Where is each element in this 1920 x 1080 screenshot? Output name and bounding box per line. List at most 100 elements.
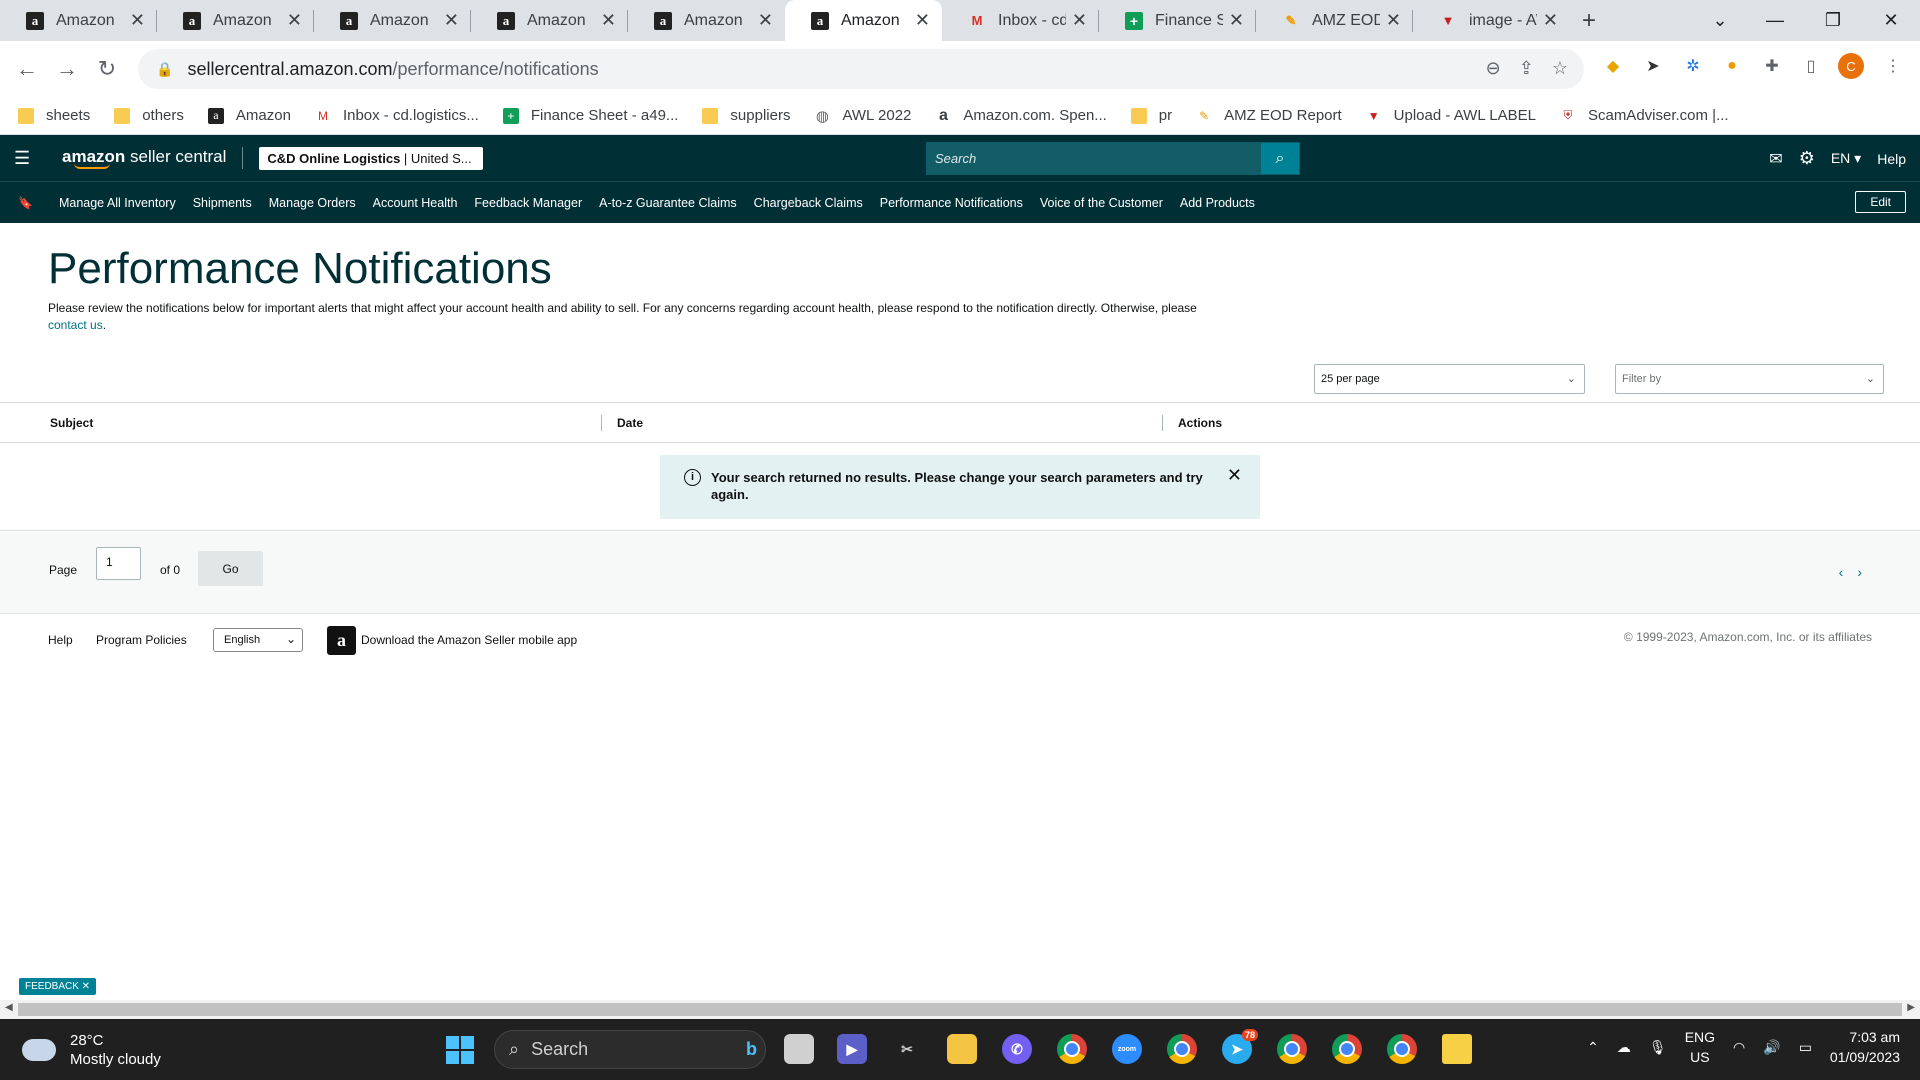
reload-icon[interactable]: ↻: [87, 49, 127, 89]
contact-us-link[interactable]: contact us: [48, 318, 103, 332]
account-switcher[interactable]: C&D Online Logistics | United S...: [259, 146, 484, 170]
download-app-link[interactable]: Download the Amazon Seller mobile app: [361, 633, 577, 647]
extension-icon[interactable]: ◆: [1600, 53, 1626, 79]
bookmark-item[interactable]: a Amazon.com. Spen...: [935, 107, 1107, 125]
bookmark-item[interactable]: ✎ AMZ EOD Report: [1196, 107, 1342, 124]
column-date[interactable]: Date: [617, 416, 643, 430]
zoom-icon[interactable]: ⊖: [1486, 58, 1501, 79]
nav-item-manage-inventory[interactable]: Manage All Inventory: [59, 196, 176, 210]
wifi-icon[interactable]: ◠: [1733, 1039, 1745, 1056]
extension-icon[interactable]: ●: [1719, 53, 1745, 79]
close-tab-icon[interactable]: ✕: [601, 10, 616, 31]
onedrive-icon[interactable]: ☁: [1617, 1039, 1631, 1056]
nav-item-shipments[interactable]: Shipments: [193, 196, 252, 210]
hamburger-menu-icon[interactable]: ☰: [14, 148, 36, 169]
menu-kebab-icon[interactable]: ⋮: [1880, 53, 1906, 79]
close-tab-icon[interactable]: ✕: [915, 10, 930, 31]
close-window-icon[interactable]: ✕: [1868, 0, 1914, 41]
chrome-icon[interactable]: [1332, 1034, 1362, 1064]
forward-icon[interactable]: →: [47, 49, 87, 89]
bookmark-item[interactable]: pr: [1130, 107, 1172, 124]
footer-language-select[interactable]: English ⌄: [213, 628, 303, 652]
new-tab-button[interactable]: +: [1570, 0, 1608, 41]
bookmark-item[interactable]: others: [114, 107, 184, 124]
bookmark-item[interactable]: M Inbox - cd.logistics...: [315, 107, 479, 124]
browser-tab[interactable]: +Finance She✕: [1099, 0, 1256, 41]
seller-central-logo[interactable]: amazon seller central: [62, 147, 226, 169]
nav-item-add-products[interactable]: Add Products: [1180, 196, 1255, 210]
browser-tab[interactable]: ✎AMZ EOD R✕: [1256, 0, 1413, 41]
minimize-icon[interactable]: —: [1752, 0, 1798, 41]
bookmark-item[interactable]: suppliers: [702, 107, 790, 124]
close-tab-icon[interactable]: ✕: [130, 10, 145, 31]
address-bar[interactable]: 🔒 sellercentral.amazon.com/performance/n…: [138, 49, 1584, 89]
taskbar-search[interactable]: ⌕ Search b: [494, 1030, 766, 1069]
close-tab-icon[interactable]: ✕: [1386, 10, 1401, 31]
bookmark-icon[interactable]: 🔖: [18, 196, 33, 210]
browser-tab[interactable]: a Amazon ✕: [0, 0, 157, 41]
search-input[interactable]: [927, 143, 1261, 174]
horizontal-scrollbar[interactable]: ◀ ▶: [0, 1000, 1920, 1019]
go-button[interactable]: Go: [198, 551, 263, 586]
sticky-notes-icon[interactable]: [1442, 1034, 1472, 1064]
zoom-icon[interactable]: zoom: [1112, 1034, 1142, 1064]
scroll-right-icon[interactable]: ▶: [1907, 1002, 1915, 1013]
nav-item-voice-of-customer[interactable]: Voice of the Customer: [1040, 196, 1163, 210]
mail-icon[interactable]: ✉: [1769, 149, 1782, 169]
windows-start-icon[interactable]: [446, 1036, 474, 1064]
extension-icon[interactable]: ➤: [1640, 53, 1666, 79]
chrome-icon[interactable]: [1387, 1034, 1417, 1064]
program-policies-link[interactable]: Program Policies: [96, 633, 187, 647]
nav-item-performance-notifications[interactable]: Performance Notifications: [880, 196, 1023, 210]
bookmark-item[interactable]: ▼ Upload - AWL LABEL: [1366, 107, 1536, 124]
close-tab-icon[interactable]: ✕: [287, 10, 302, 31]
scrollbar-thumb[interactable]: [18, 1003, 1902, 1016]
bookmark-star-icon[interactable]: ☆: [1552, 58, 1568, 79]
volume-icon[interactable]: 🔊: [1763, 1039, 1780, 1056]
browser-tab[interactable]: a Amazon ✕: [628, 0, 785, 41]
profile-avatar[interactable]: C: [1838, 53, 1864, 79]
browser-tab[interactable]: a Amazon ✕: [471, 0, 628, 41]
nav-item-manage-orders[interactable]: Manage Orders: [269, 196, 356, 210]
per-page-select[interactable]: 25 per page ⌄: [1314, 364, 1585, 394]
input-language[interactable]: ENG US: [1685, 1027, 1715, 1067]
close-tab-icon[interactable]: ✕: [1229, 10, 1244, 31]
restore-icon[interactable]: ❐: [1810, 0, 1856, 41]
bookmark-item[interactable]: ⛨ ScamAdviser.com |...: [1560, 107, 1728, 124]
chevron-left-icon[interactable]: ‹: [1839, 564, 1858, 580]
edit-button[interactable]: Edit: [1855, 191, 1906, 213]
file-explorer-icon[interactable]: [947, 1034, 977, 1064]
filter-select[interactable]: Filter by ⌄: [1615, 364, 1884, 394]
browser-tab[interactable]: a Amazon ✕: [314, 0, 471, 41]
chevron-right-icon[interactable]: ›: [1857, 564, 1876, 580]
browser-tab[interactable]: ▼image - AW✕: [1413, 0, 1570, 41]
share-icon[interactable]: ⇪: [1519, 58, 1534, 79]
browser-tab[interactable]: a Amazon ✕: [157, 0, 314, 41]
teams-icon[interactable]: ▶: [837, 1034, 867, 1064]
chrome-icon[interactable]: [1277, 1034, 1307, 1064]
bookmark-item[interactable]: a Amazon: [207, 107, 291, 124]
close-tab-icon[interactable]: ✕: [758, 10, 773, 31]
battery-icon[interactable]: ▭: [1799, 1039, 1812, 1056]
feedback-button[interactable]: FEEDBACK ✕: [19, 978, 97, 995]
telegram-icon[interactable]: ➤ 78: [1222, 1029, 1258, 1064]
bookmark-item[interactable]: ◍ AWL 2022: [814, 107, 911, 125]
chrome-icon[interactable]: [1057, 1034, 1087, 1064]
close-tab-icon[interactable]: ✕: [444, 10, 459, 31]
column-subject[interactable]: Subject: [50, 416, 93, 430]
back-icon[interactable]: ←: [7, 49, 47, 89]
browser-tab-active[interactable]: a Amazon ✕: [785, 0, 942, 41]
chrome-icon[interactable]: [1167, 1034, 1197, 1064]
tool-icon[interactable]: ✂: [892, 1034, 922, 1064]
close-tab-icon[interactable]: ✕: [1072, 10, 1087, 31]
close-icon[interactable]: ✕: [1227, 466, 1242, 484]
tab-search-icon[interactable]: ⌄: [1700, 0, 1740, 41]
puzzle-icon[interactable]: ✚: [1759, 53, 1785, 79]
scroll-left-icon[interactable]: ◀: [5, 1002, 13, 1013]
close-tab-icon[interactable]: ✕: [1543, 10, 1558, 31]
nav-item-feedback-manager[interactable]: Feedback Manager: [474, 196, 582, 210]
chevron-up-icon[interactable]: ⌃: [1587, 1039, 1599, 1056]
help-link[interactable]: Help: [1877, 151, 1906, 167]
footer-help-link[interactable]: Help: [48, 633, 73, 647]
bookmark-item[interactable]: + Finance Sheet - a49...: [502, 107, 678, 124]
